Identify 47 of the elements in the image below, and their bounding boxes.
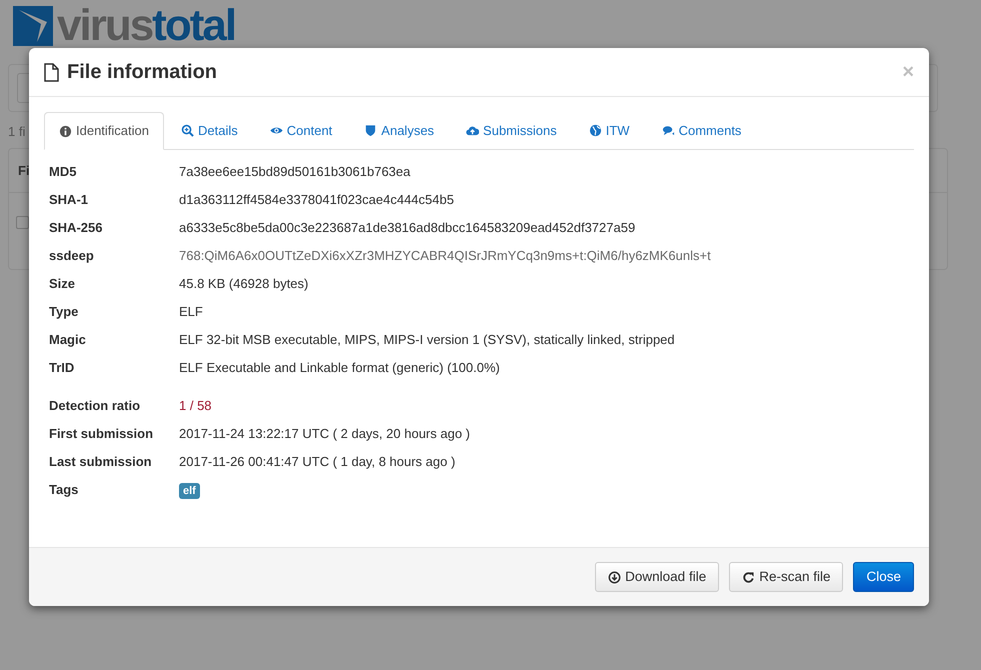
shield-icon: [364, 124, 378, 137]
field-value: 7a38ee6ee15bd89d50161b3061b763ea: [179, 164, 410, 180]
field-value: ELF: [179, 304, 203, 320]
field-label: Type: [49, 303, 80, 322]
field-value: d1a363112ff4584e3378041f023cae4c444c54b5: [179, 192, 454, 208]
field-label: Tags: [49, 481, 80, 500]
field-value: ELF Executable and Linkable format (generic) (100.0%): [179, 360, 500, 376]
logo-icon: [13, 6, 53, 46]
field-value: ELF 32-bit MSB executable, MIPS, MIPS-I version 1 (SYSV), statically linked, stripped: [179, 332, 675, 348]
tab[interactable]: Identification: [44, 112, 164, 150]
tab[interactable]: ITW: [574, 112, 645, 149]
field-value: 2017-11-24 13:22:17 UTC ( 2 days, 20 hours ago ): [179, 426, 470, 442]
download-icon: [608, 570, 622, 584]
result-count: 1 fi: [8, 123, 26, 141]
field-value: 45.8 KB (46928 bytes): [179, 276, 308, 292]
refresh-icon: [742, 570, 756, 584]
file-icon: [44, 62, 59, 82]
download-button[interactable]: Download file: [595, 562, 720, 592]
field-value: 2017-11-26 00:41:47 UTC ( 1 day, 8 hours ago ): [179, 454, 456, 470]
tab[interactable]: Comments: [646, 112, 756, 149]
field-value: 1 / 58: [179, 398, 212, 414]
logo-text: virustotal: [57, 6, 236, 46]
tag-badge: elf: [179, 483, 200, 500]
field-label: SHA-256: [49, 219, 104, 238]
tab[interactable]: Submissions: [451, 112, 572, 149]
tab[interactable]: Content: [254, 112, 348, 149]
cloud-upload-icon: [466, 124, 480, 137]
dialog-title: File information: [67, 60, 217, 84]
field-label: Size: [49, 275, 76, 294]
field-label: TrID: [49, 359, 76, 378]
rescan-button[interactable]: Re-scan file: [729, 562, 844, 592]
info-icon: [59, 124, 72, 138]
globe-icon: [588, 124, 602, 137]
tab[interactable]: Details: [166, 112, 253, 149]
tab[interactable]: Analyses: [349, 112, 450, 149]
field-label: Magic: [49, 331, 87, 350]
field-label: Detection ratio: [49, 397, 142, 416]
field-value: 768:QiM6A6x0OUTtZeDXi6xXZr3MHZYCABR4QISrJRmYCq3n9ms+t:QiM6/hy6zMK6unls+t: [179, 248, 711, 264]
field-label: Last submission: [49, 453, 153, 472]
comments-icon: [662, 124, 675, 137]
field-label: First submission: [49, 425, 154, 444]
field-value: a6333e5c8be5da00c3e223687a1de3816ad8dbcc164583209ead452df3727a59: [179, 220, 636, 236]
field-label: MD5: [49, 163, 78, 182]
field-label: ssdeep: [49, 247, 95, 266]
close-button[interactable]: Close: [853, 562, 914, 592]
field-label: SHA-1: [49, 191, 90, 210]
search-icon: [181, 124, 194, 137]
